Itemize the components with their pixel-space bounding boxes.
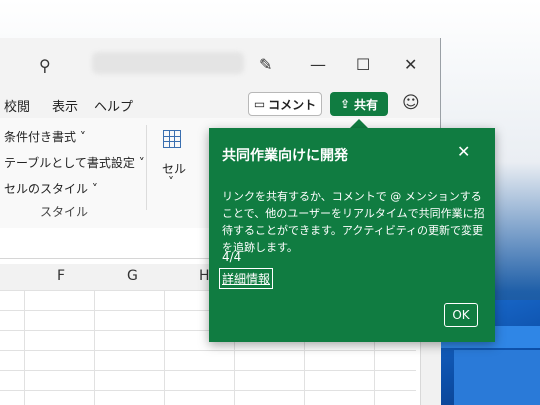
wallpaper-pane bbox=[454, 350, 540, 405]
comment-icon: ▭ bbox=[253, 97, 266, 111]
feedback-icon[interactable]: ☺ bbox=[402, 93, 420, 113]
cell-styles-label: セルのスタイル bbox=[4, 182, 89, 196]
learn-more-link[interactable]: 詳細情報 bbox=[218, 268, 274, 289]
designer-icon[interactable]: ✎ bbox=[259, 55, 272, 74]
cell-styles-button[interactable]: セルのスタイル ˅ bbox=[4, 180, 98, 197]
coach-mark-popup: 共同作業向けに開発 ✕ リンクを共有するか、コメントで @ メンションすることで… bbox=[209, 128, 495, 342]
chevron-down-icon[interactable]: ˅ bbox=[168, 175, 174, 189]
file-name bbox=[92, 52, 244, 74]
comment-button[interactable]: ▭ コメント bbox=[248, 92, 322, 116]
tab-help[interactable]: ヘルプ bbox=[94, 96, 133, 115]
search-icon[interactable]: ⚲ bbox=[39, 56, 51, 75]
cells-label: セル bbox=[162, 162, 187, 176]
conditional-format-label: 条件付き書式 bbox=[4, 130, 77, 144]
ok-button[interactable]: OK bbox=[444, 303, 478, 327]
share-button-label: 共有 bbox=[354, 97, 379, 112]
tab-review[interactable]: 校閲 bbox=[4, 96, 30, 115]
popup-body-text: リンクを共有するか、コメントで @ メンションすることで、他のユーザーをリアルタ… bbox=[222, 190, 485, 254]
popup-title: 共同作業向けに開発 bbox=[222, 148, 348, 164]
group-label-style: スタイル bbox=[40, 205, 89, 219]
column-header-h[interactable]: H bbox=[199, 268, 210, 284]
step-counter: 4/4 bbox=[222, 250, 242, 264]
column-header-g[interactable]: G bbox=[127, 268, 138, 284]
share-icon: ⇪ bbox=[339, 97, 351, 111]
close-icon[interactable]: ✕ bbox=[457, 142, 470, 161]
column-header-f[interactable]: F bbox=[57, 268, 65, 284]
format-as-table-label: テーブルとして書式設定 bbox=[4, 156, 135, 170]
cells-icon bbox=[163, 130, 181, 148]
ribbon-divider bbox=[146, 125, 147, 210]
minimize-icon[interactable]: — bbox=[310, 55, 326, 74]
close-icon[interactable]: ✕ bbox=[404, 55, 417, 74]
conditional-format-button[interactable]: 条件付き書式 ˅ bbox=[4, 128, 86, 145]
cells-button[interactable]: セル bbox=[162, 160, 186, 177]
tab-view[interactable]: 表示 bbox=[52, 96, 78, 115]
comment-button-label: コメント bbox=[268, 97, 317, 112]
format-as-table-button[interactable]: テーブルとして書式設定 ˅ bbox=[4, 154, 145, 171]
share-button[interactable]: ⇪ 共有 bbox=[330, 92, 388, 116]
maximize-icon[interactable]: ☐ bbox=[356, 55, 370, 74]
